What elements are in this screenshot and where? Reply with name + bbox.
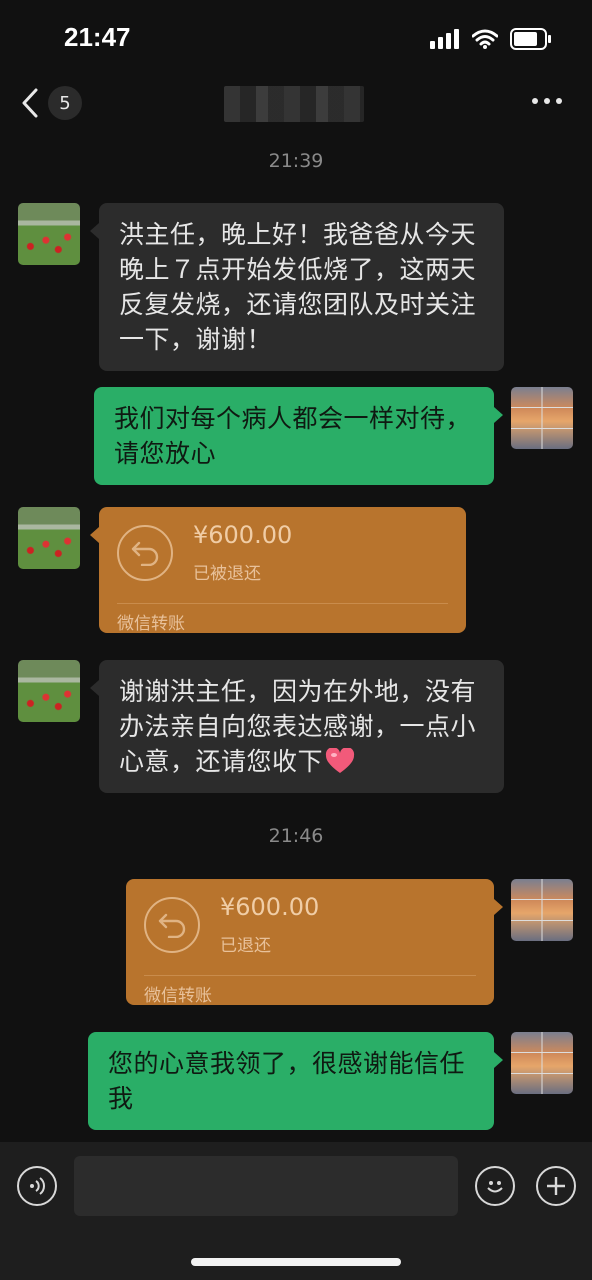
battery-icon: [510, 28, 551, 50]
message-bubble-incoming[interactable]: 谢谢洪主任，因为在外地，没有办法亲自向您表达感谢，一点小心意，还请您收下: [90, 660, 504, 793]
status-icons: [430, 28, 552, 50]
chat-title-blurred: [224, 86, 364, 122]
heart-emoji: [325, 747, 355, 773]
emoji-icon: [487, 1181, 503, 1193]
transfer-status: 已退还: [220, 936, 271, 956]
message-bubble-incoming[interactable]: 洪主任，晚上好！我爸爸从今天晚上７点开始发低烧了，这两天反复发烧，还请您团队及时…: [90, 203, 504, 371]
emoji-button[interactable]: [475, 1166, 515, 1206]
transfer-amount: ¥600.00: [220, 893, 320, 921]
message-input[interactable]: [74, 1156, 458, 1216]
message-bubble-outgoing[interactable]: 我们对每个病人都会一样对待，请您放心: [94, 387, 503, 485]
plus-button[interactable]: [536, 1166, 576, 1206]
transfer-label: 微信转账: [144, 986, 212, 1006]
my-avatar[interactable]: [511, 879, 573, 941]
return-arrow-icon: [117, 525, 173, 581]
timestamp: 21:39: [268, 150, 324, 172]
home-indicator[interactable]: [191, 1258, 401, 1266]
voice-button[interactable]: [17, 1166, 57, 1206]
more-dots-icon[interactable]: [532, 98, 562, 104]
transfer-status: 已被退还: [193, 564, 261, 584]
timestamp: 21:46: [268, 825, 324, 847]
back-button[interactable]: 5: [20, 86, 82, 120]
voice-icon: [30, 1177, 45, 1195]
contact-avatar[interactable]: [18, 660, 80, 722]
status-time: 21:47: [64, 22, 131, 52]
transfer-card-incoming[interactable]: ¥600.00 已被退还 微信转账: [90, 507, 466, 634]
unread-count-badge: 5: [48, 86, 82, 120]
status-bar: 21:47: [0, 0, 592, 80]
wifi-icon: [472, 29, 498, 49]
signal-icon: [430, 29, 459, 49]
contact-avatar[interactable]: [18, 507, 80, 569]
divider: [117, 603, 448, 604]
return-arrow-icon: [144, 897, 200, 953]
chat-header: 5: [0, 80, 592, 140]
transfer-label: 微信转账: [117, 614, 185, 634]
divider: [144, 975, 476, 976]
message-text: 谢谢洪主任，因为在外地，没有办法亲自向您表达感谢，一点小心意，还请您收下: [119, 677, 477, 776]
my-avatar[interactable]: [511, 387, 573, 449]
my-avatar[interactable]: [511, 1032, 573, 1094]
transfer-amount: ¥600.00: [193, 521, 293, 549]
contact-avatar[interactable]: [18, 203, 80, 265]
message-bubble-outgoing[interactable]: 您的心意我领了，很感谢能信任我: [88, 1032, 503, 1130]
chevron-left-icon: [22, 88, 38, 118]
transfer-card-outgoing[interactable]: ¥600.00 已退还 微信转账: [126, 879, 503, 1006]
plus-icon: [547, 1177, 565, 1195]
